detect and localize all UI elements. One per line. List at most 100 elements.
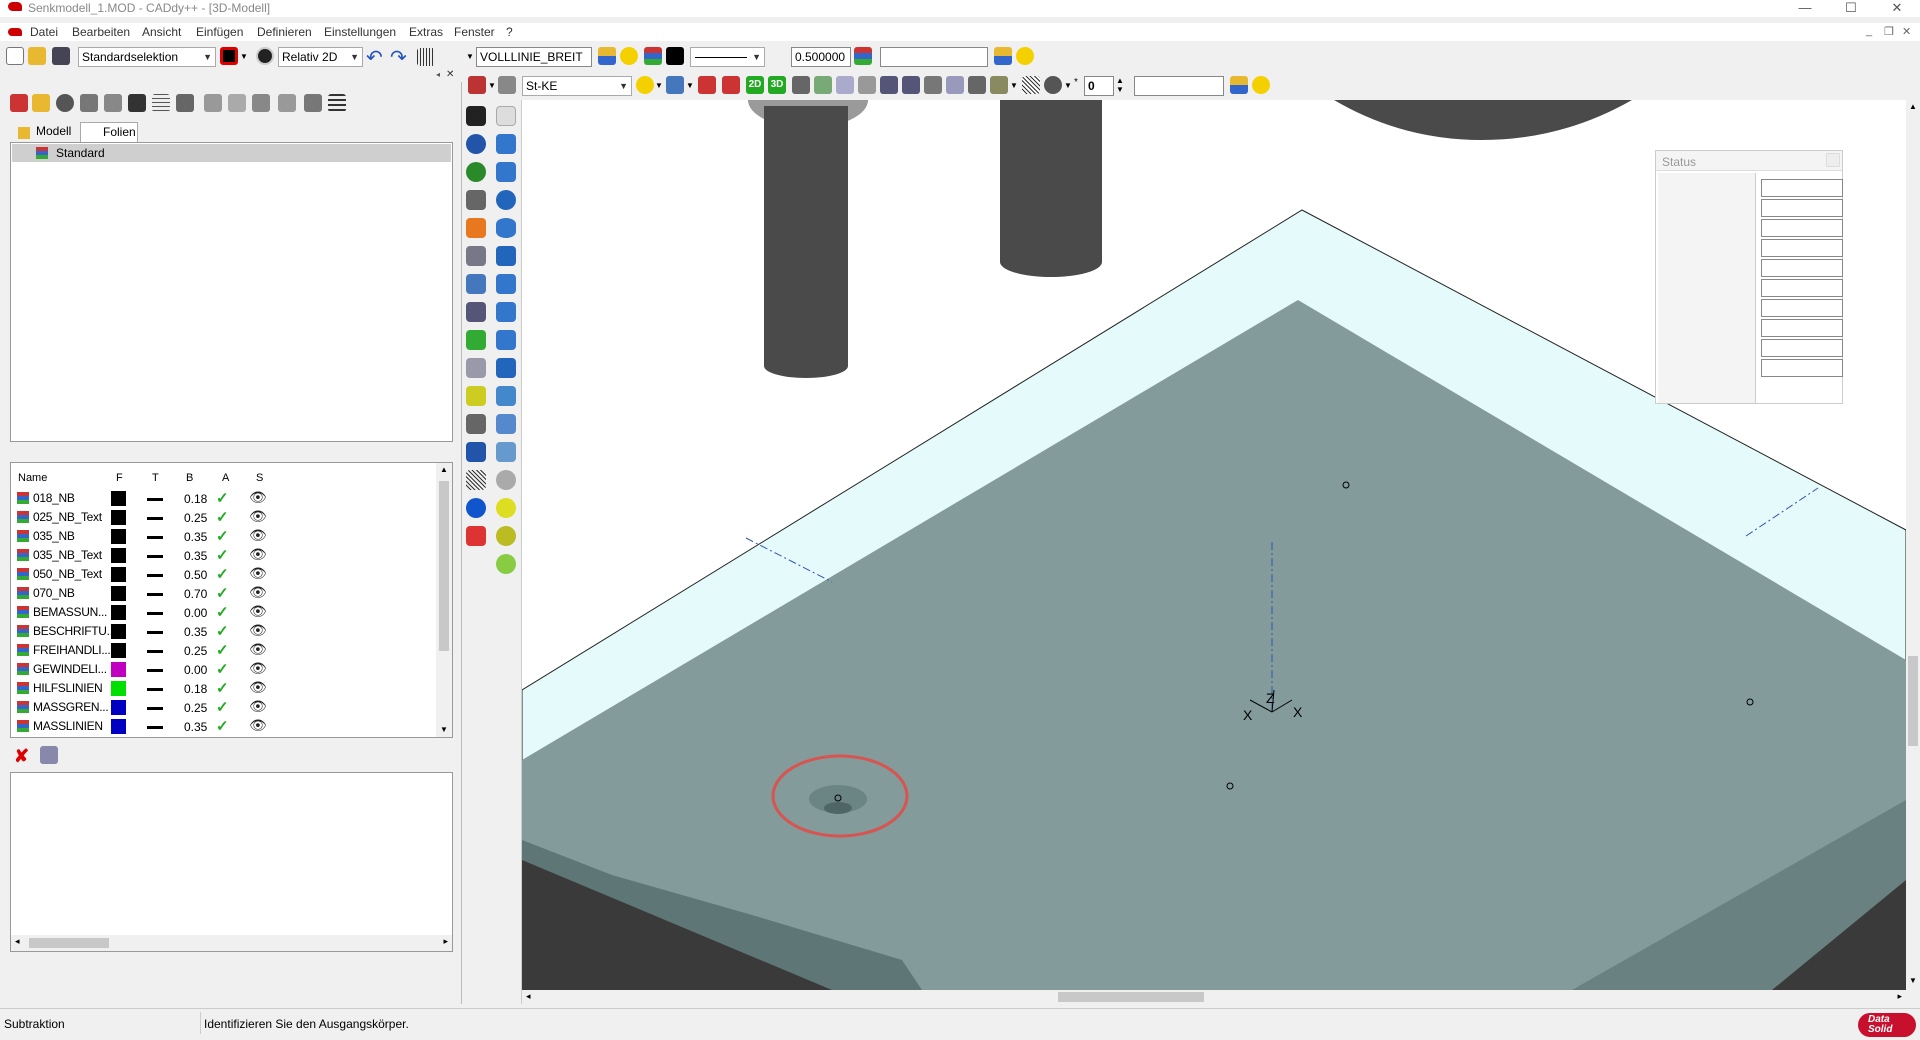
layer-linetype[interactable] (147, 726, 163, 729)
panel-list-icon[interactable] (328, 94, 346, 112)
viewport-hscroll[interactable]: ◂ ▸ (522, 990, 1906, 1004)
active-check-icon[interactable]: ✓ (216, 660, 229, 678)
active-check-icon[interactable]: ✓ (216, 565, 229, 583)
tab-folien[interactable]: Folien (80, 122, 138, 142)
panel-folder-icon[interactable] (32, 94, 50, 112)
toolbar-text-field[interactable] (880, 47, 988, 67)
rotate-icon[interactable] (466, 274, 486, 294)
menu-einstellungen[interactable]: Einstellungen (324, 25, 396, 39)
panel-table-icon[interactable] (152, 94, 170, 112)
layer-linetype[interactable] (147, 574, 163, 577)
layer-color-swatch[interactable] (111, 624, 126, 639)
line-type-field[interactable]: VOLLLINIE_BREIT (476, 47, 592, 67)
tab-modell[interactable]: Modell (14, 122, 74, 142)
info-icon[interactable] (466, 498, 486, 518)
layer-width[interactable]: 0.35 (184, 720, 207, 734)
cube-icon[interactable] (990, 76, 1008, 94)
scroll-thumb[interactable] (29, 938, 109, 948)
active-check-icon[interactable]: ✓ (216, 508, 229, 526)
layer-row[interactable]: BEMASSUN... 0.00 ✓ 👁 (11, 603, 431, 622)
close-button[interactable]: ✕ (1874, 0, 1920, 17)
layer-linetype[interactable] (147, 498, 163, 501)
chevron-down-icon[interactable]: ▼ (1064, 81, 1072, 90)
3d-viewport[interactable]: Z X X Status (522, 100, 1906, 990)
chevron-down-icon[interactable]: ▼ (488, 81, 496, 90)
menu-bearbeiten[interactable]: Bearbeiten (72, 25, 130, 39)
scroll-left-icon[interactable]: ◂ (15, 936, 20, 947)
layer-color-swatch[interactable] (111, 662, 126, 677)
new-file-icon[interactable] (6, 47, 24, 65)
active-check-icon[interactable]: ✓ (216, 489, 229, 507)
layer-row[interactable]: GEWINDELI... 0.00 ✓ 👁 (11, 660, 431, 679)
layer-row[interactable]: 035_NB 0.35 ✓ 👁 (11, 527, 431, 546)
layer-color-swatch[interactable] (111, 510, 126, 525)
panel-close-icon[interactable]: ✕ (446, 69, 454, 80)
layer-color-swatch[interactable] (111, 586, 126, 601)
view-3d-button[interactable]: 3D (768, 76, 786, 94)
grid-icon[interactable] (417, 48, 435, 66)
tool-select-icon[interactable] (468, 76, 486, 94)
edit-icon[interactable] (698, 76, 716, 94)
visibility-eye-icon[interactable]: 👁 (249, 527, 267, 544)
material-select[interactable]: St-KE ▼ (522, 76, 632, 96)
mdi-restore-button[interactable]: ❐ (1884, 25, 1894, 38)
scroll-down-icon[interactable]: ▼ (1909, 976, 1917, 985)
visibility-eye-icon[interactable]: 👁 (249, 489, 267, 506)
layers-icon[interactable] (854, 47, 872, 65)
layer-row[interactable]: MASSLINIEN 0.35 ✓ 👁 (11, 717, 431, 736)
layer-color-swatch[interactable] (111, 605, 126, 620)
count-field[interactable]: 0 (1084, 76, 1114, 96)
active-check-icon[interactable]: ✓ (216, 679, 229, 697)
layer-color-swatch[interactable] (111, 567, 126, 582)
delete-icon[interactable]: ✘ (14, 746, 29, 767)
panel-circle-icon[interactable] (56, 94, 74, 112)
menu-fenster[interactable]: Fenster (454, 25, 495, 39)
cylinder-icon[interactable] (496, 162, 516, 182)
intersect-icon[interactable] (496, 526, 516, 546)
panel-dim-icon[interactable] (278, 94, 296, 112)
active-check-icon[interactable]: ✓ (216, 717, 229, 735)
layer-linetype[interactable] (147, 688, 163, 691)
extrude-icon[interactable] (496, 414, 516, 434)
selection-mode-select[interactable]: Standardselektion ▼ (78, 47, 216, 67)
layer-width[interactable]: 0.50 (184, 568, 207, 582)
transform-tool-icon[interactable] (466, 302, 486, 322)
layer-row[interactable]: 018_NB 0.18 ✓ 👁 (11, 489, 431, 508)
layer-folder-icon[interactable] (994, 47, 1012, 65)
scroll-thumb[interactable] (1058, 992, 1204, 1002)
minimize-button[interactable]: — (1782, 0, 1828, 17)
chevron-down-icon[interactable]: ▼ (466, 52, 474, 61)
layer-width[interactable]: 0.35 (184, 625, 207, 639)
zoom-out-icon[interactable] (902, 76, 920, 94)
panel-step-icon[interactable] (228, 94, 246, 112)
layer-row[interactable]: MASSTEXTE0.35✓👁 (11, 736, 431, 737)
properties-icon[interactable] (40, 746, 58, 764)
view-2d-button[interactable]: 2D (746, 76, 764, 94)
undo-icon[interactable]: ↶ (366, 45, 383, 70)
col-header-f[interactable]: F (116, 472, 123, 484)
layer-linetype[interactable] (147, 669, 163, 672)
layer-color-swatch[interactable] (111, 643, 126, 658)
home-view-icon[interactable] (814, 76, 832, 94)
menu-einfuegen[interactable]: Einfügen (196, 25, 243, 39)
visibility-eye-icon[interactable]: 👁 (249, 584, 267, 601)
chevron-down-icon[interactable]: ▼ (655, 81, 663, 90)
open-folder-icon[interactable] (28, 47, 46, 65)
zoom-window-icon[interactable] (836, 76, 854, 94)
layer-width[interactable]: 0.25 (184, 511, 207, 525)
sweep-icon[interactable] (496, 302, 516, 322)
line-style-select[interactable]: ▼ (690, 47, 765, 67)
yellow-boolean-icon[interactable] (496, 498, 516, 518)
scroll-right-icon[interactable]: ▸ (1897, 991, 1902, 1002)
chevron-down-icon[interactable]: ▼ (686, 81, 694, 90)
status-panel[interactable]: Status (1655, 150, 1843, 404)
layer-width[interactable]: 0.35 (184, 549, 207, 563)
col-header-a[interactable]: A (222, 472, 229, 484)
text-tool-icon[interactable] (466, 442, 486, 462)
scroll-down-icon[interactable]: ▼ (440, 725, 448, 734)
visibility-eye-icon[interactable]: 👁 (249, 622, 267, 639)
menu-ansicht[interactable]: Ansicht (142, 25, 181, 39)
save-icon[interactable] (52, 47, 70, 65)
layer-linetype[interactable] (147, 536, 163, 539)
layer-row[interactable]: 035_NB_Text 0.35 ✓ 👁 (11, 546, 431, 565)
